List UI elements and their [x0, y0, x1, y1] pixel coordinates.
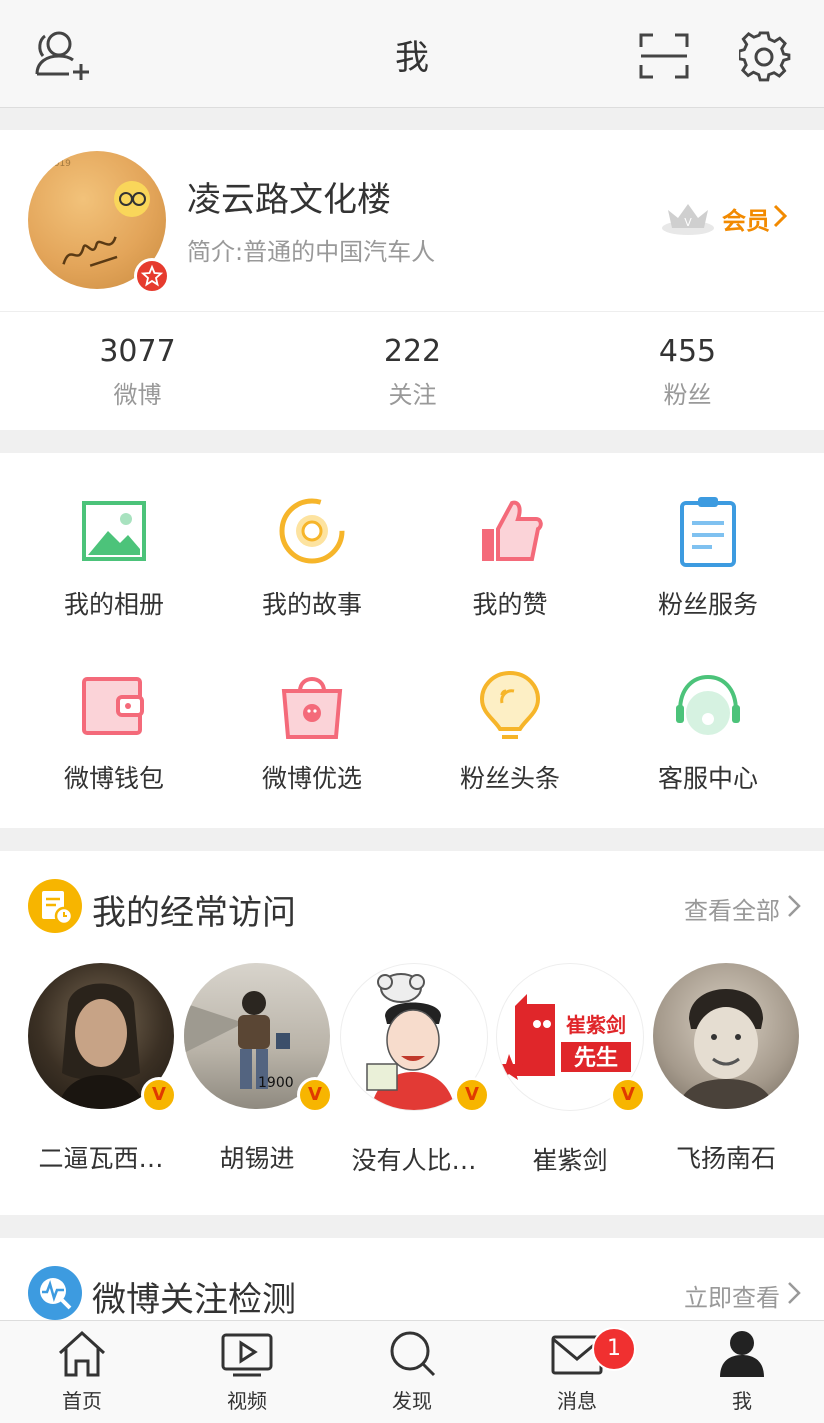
tab-label: 发现 — [392, 1389, 432, 1413]
chevron-right-icon — [786, 1280, 802, 1312]
tab-video[interactable]: 视频 — [165, 1329, 329, 1414]
grid-item-label: 微博钱包 — [63, 764, 164, 793]
grid-item-wallet[interactable]: 微博钱包 — [11, 667, 217, 795]
avatar-text-1: 崔紫剑 — [566, 1013, 626, 1037]
bottom-tab-bar: 首页 视频 发现 消息 1 我 — [0, 1320, 824, 1423]
verified-badge-icon: V — [297, 1077, 333, 1113]
scan-icon[interactable] — [638, 32, 690, 80]
svg-text:1900: 1900 — [258, 1075, 294, 1091]
frequent-visits-section: 我的经常访问 查看全部 V 二逼瓦西… 1900 V 胡锡进 V 没有人比… 崔… — [0, 851, 824, 1215]
person-name: 飞扬南石 — [675, 1144, 776, 1173]
person-name: 崔紫剑 — [532, 1146, 608, 1175]
grid-item-likes[interactable]: 我的赞 — [407, 493, 613, 621]
frequent-person[interactable]: 1900 V 胡锡进 — [179, 963, 335, 1175]
member-label: 会员 — [722, 206, 770, 235]
follow-detection-section[interactable]: 微博关注检测 立即查看 — [0, 1238, 824, 1328]
album-icon — [74, 493, 154, 573]
frequent-person[interactable]: V 二逼瓦西… — [23, 963, 179, 1175]
person-name: 二逼瓦西… — [38, 1144, 164, 1173]
check-now-link[interactable]: 立即查看 — [684, 1278, 802, 1313]
verified-badge-icon: V — [141, 1077, 177, 1113]
stat-weibo[interactable]: 3077 微博 — [0, 334, 275, 410]
profile-bio: 简介:普通的中国汽车人 — [187, 238, 436, 266]
top-bar: 我 — [0, 0, 824, 108]
frequent-person[interactable]: V 没有人比… — [336, 963, 492, 1177]
page-title: 我 — [395, 38, 429, 78]
person-avatar — [653, 963, 799, 1109]
story-icon — [272, 493, 352, 573]
thumbs-up-icon — [470, 493, 550, 573]
chevron-right-icon — [770, 202, 790, 234]
tab-label: 视频 — [227, 1389, 267, 1413]
home-icon — [0, 1329, 164, 1383]
grid-item-story[interactable]: 我的故事 — [209, 493, 415, 621]
grid-item-label: 微博优选 — [261, 764, 362, 793]
avatar-text-2: 先生 — [574, 1046, 618, 1071]
check-now-label: 立即查看 — [684, 1284, 780, 1312]
red-star-badge-icon — [134, 258, 170, 294]
video-icon — [165, 1329, 329, 1383]
shopping-bag-icon — [272, 667, 352, 747]
grid-item-label: 客服中心 — [657, 764, 758, 793]
stat-label: 关注 — [388, 381, 437, 409]
stat-value: 455 — [658, 334, 717, 369]
heartbeat-search-icon — [28, 1266, 82, 1320]
grid-item-label: 我的赞 — [472, 590, 548, 619]
wallet-icon — [74, 667, 154, 747]
person-icon — [660, 1329, 824, 1383]
grid-item-label: 我的相册 — [63, 590, 164, 619]
avatar-emoji-icon — [114, 181, 150, 217]
stat-value: 3077 — [99, 334, 176, 369]
view-all-label: 查看全部 — [684, 897, 780, 925]
frequent-person[interactable]: 崔紫剑 先生 V 崔紫剑 — [492, 963, 648, 1177]
grid-item-album[interactable]: 我的相册 — [11, 493, 217, 621]
member-button[interactable]: V 会员 — [660, 196, 790, 240]
clipboard-icon — [668, 493, 748, 573]
search-icon — [330, 1329, 494, 1383]
frequent-person[interactable]: 飞扬南石 — [648, 963, 804, 1175]
headset-icon — [668, 667, 748, 747]
profile-name: 凌云路文化楼 — [187, 180, 391, 220]
chevron-right-icon — [786, 893, 802, 925]
stats-bar: 3077 微博 222 关注 455 粉丝 — [0, 312, 824, 430]
grid-item-fan-service[interactable]: 粉丝服务 — [605, 493, 811, 621]
unread-count-badge: 1 — [592, 1327, 636, 1371]
section-title: 微博关注检测 — [92, 1280, 296, 1320]
tab-label: 首页 — [62, 1389, 102, 1413]
crown-icon: V — [660, 196, 716, 240]
grid-item-label: 粉丝服务 — [657, 590, 758, 619]
section-title: 我的经常访问 — [92, 893, 296, 933]
verified-badge-icon: V — [454, 1077, 490, 1113]
tab-label: 消息 — [557, 1389, 597, 1413]
view-all-link[interactable]: 查看全部 — [684, 891, 802, 926]
grid-item-fan-headline[interactable]: 粉丝头条 — [407, 667, 613, 795]
tab-home[interactable]: 首页 — [0, 1329, 164, 1414]
tab-me[interactable]: 我 — [660, 1329, 824, 1414]
grid-item-label: 粉丝头条 — [459, 764, 560, 793]
grid-item-label: 我的故事 — [261, 590, 362, 619]
tab-discover[interactable]: 发现 — [330, 1329, 494, 1414]
stat-label: 微博 — [113, 381, 162, 409]
svg-text:V: V — [684, 216, 692, 229]
function-grid: 我的相册 我的故事 我的赞 粉丝服务 微博钱包 微博优选 粉丝头条 客服中心 — [0, 453, 824, 1137]
stat-fans[interactable]: 455 粉丝 — [550, 334, 824, 410]
lightbulb-icon — [470, 667, 550, 747]
grid-item-customer-service[interactable]: 客服中心 — [605, 667, 811, 795]
avatar-signature-icon — [54, 223, 131, 282]
person-name: 胡锡进 — [219, 1144, 295, 1173]
stat-following[interactable]: 222 关注 — [275, 334, 550, 410]
person-name: 没有人比… — [351, 1146, 477, 1175]
stat-label: 粉丝 — [663, 381, 712, 409]
stat-value: 222 — [383, 334, 442, 369]
verified-badge-icon: V — [610, 1077, 646, 1113]
grid-item-select[interactable]: 微博优选 — [209, 667, 415, 795]
settings-gear-icon[interactable] — [738, 30, 792, 84]
tab-label: 我 — [732, 1389, 752, 1413]
clock-card-icon — [28, 879, 82, 933]
